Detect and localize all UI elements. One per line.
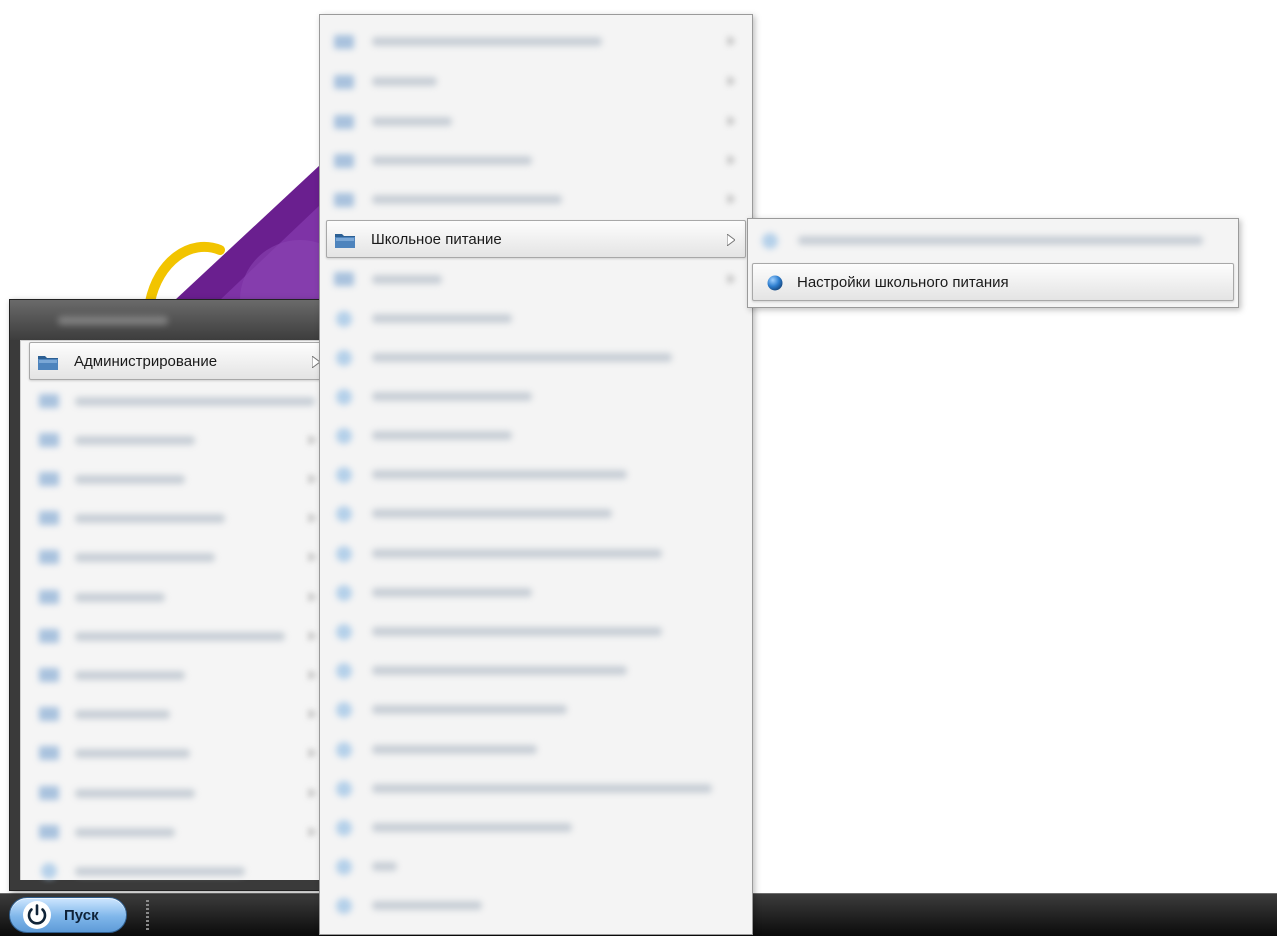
start-button[interactable]: Пуск [9, 897, 127, 933]
folder-icon [38, 356, 58, 370]
submenu-item-school-meals[interactable]: Школьное питание [326, 220, 746, 258]
start-menu-header [10, 300, 330, 340]
start-menu: Администрирование [9, 299, 331, 891]
submenu-item-label: Школьное питание [371, 231, 502, 248]
start-menu-body: Администрирование [20, 340, 331, 880]
power-icon [23, 901, 51, 929]
submenu2-item-label: Настройки школьного питания [797, 274, 1009, 291]
taskbar-grip[interactable] [146, 900, 149, 930]
blue-ball-icon [767, 275, 783, 291]
menu-item-label: Администрирование [74, 353, 218, 370]
triangle-right-icon [727, 234, 735, 246]
folder-icon [335, 234, 355, 248]
submenu: Школьное питание [319, 14, 753, 935]
start-label: Пуск [64, 907, 99, 924]
submenu-level2: Настройки школьного питания [747, 218, 1239, 308]
submenu2-item-school-meals-settings[interactable]: Настройки школьного питания [752, 263, 1234, 301]
menu-item-administration[interactable]: Администрирование [29, 342, 331, 380]
